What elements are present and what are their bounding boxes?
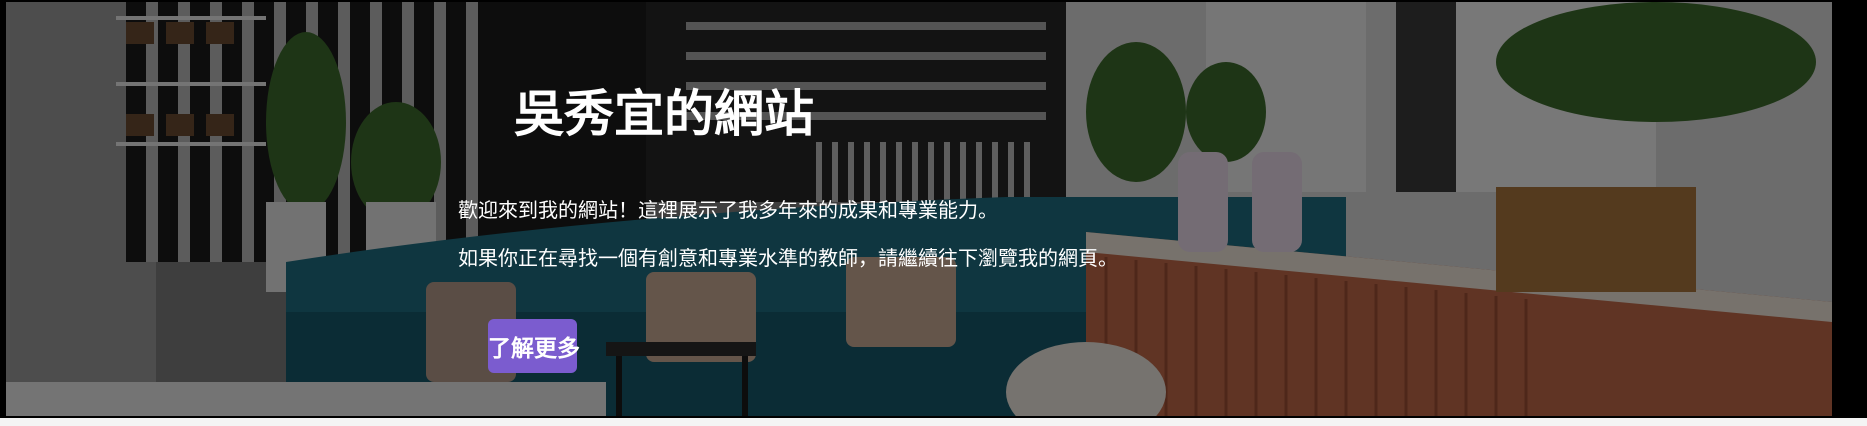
hero-title: 吳秀宜的網站: [514, 85, 814, 143]
hero-invite-text: 如果你正在尋找一個有創意和專業水準的教師，請繼續往下瀏覽我的網頁。: [458, 246, 1118, 270]
learn-more-button[interactable]: 了解更多: [488, 319, 580, 373]
hero-intro-text: 歡迎來到我的網站！這裡展示了我多年來的成果和專業能力。: [458, 198, 998, 222]
page-bottom-edge: [0, 418, 1867, 426]
hero-section: 吳秀宜的網站 歡迎來到我的網站！這裡展示了我多年來的成果和專業能力。 如果你正在…: [0, 0, 1867, 418]
